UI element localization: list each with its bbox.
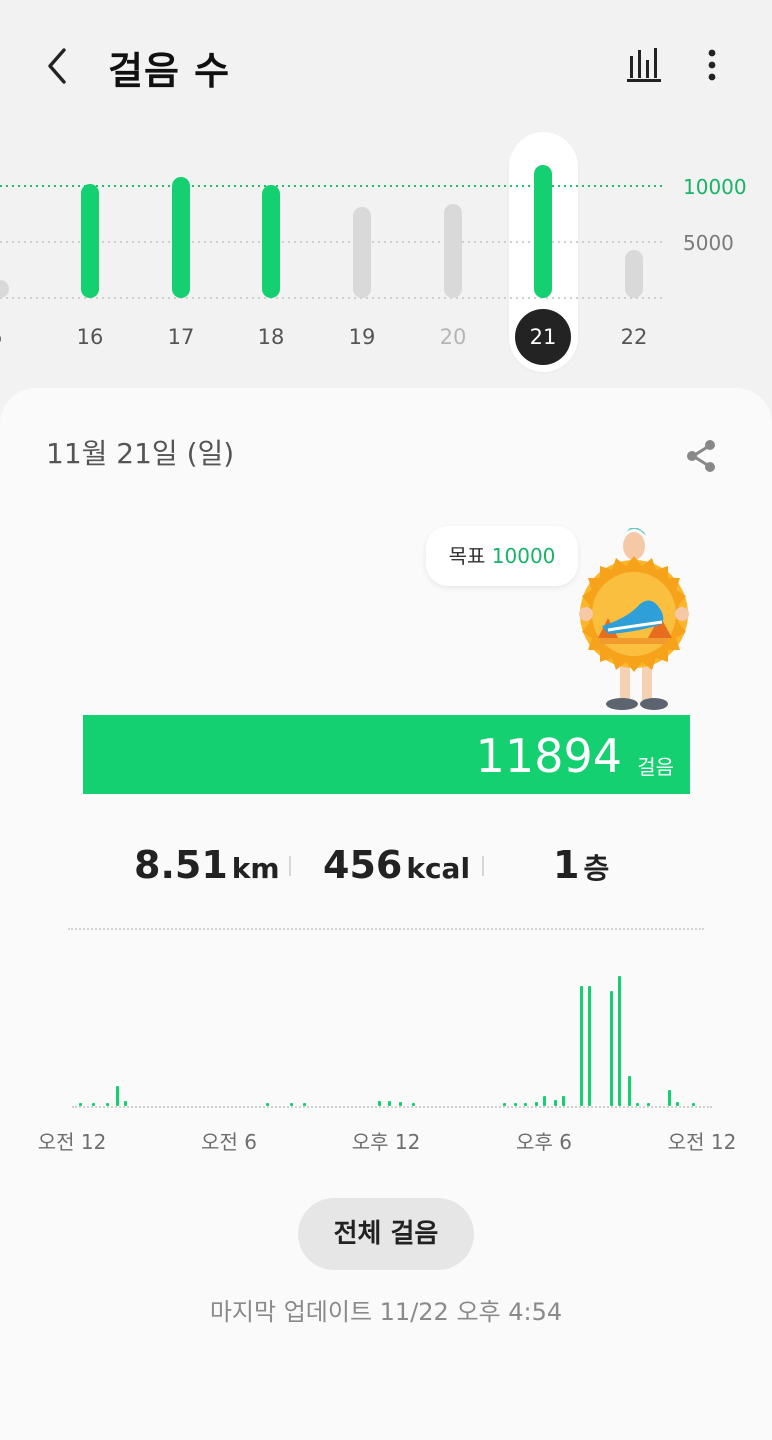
hourly-steps-bar — [543, 1096, 546, 1106]
hourly-steps-chart — [60, 968, 720, 1113]
hourly-steps-bar — [553, 1100, 557, 1106]
steps-count: 11894 — [475, 729, 622, 783]
hourly-steps-bar — [535, 1102, 538, 1106]
more-vertical-icon — [708, 49, 716, 81]
more-options-button[interactable] — [694, 42, 730, 88]
goal-line-label: 10000 — [683, 175, 747, 199]
day-label[interactable]: 19 — [332, 325, 392, 349]
hour-tick-label: 오전 12 — [37, 1130, 107, 1154]
page-title: 걸음 수 — [108, 49, 231, 93]
hourly-steps-bar — [289, 1103, 293, 1106]
goal-prefix: 목표 — [448, 544, 486, 568]
day-summary-card: 11월 21일 (일) 목표 10000 11894 걸음 8.51 km 45… — [0, 388, 772, 1440]
floors-value: 1 — [553, 843, 580, 887]
hourly-steps-bar — [79, 1103, 82, 1106]
day-label[interactable]: 22 — [604, 325, 664, 349]
goal-achieved-mascot-illustration — [579, 528, 689, 710]
floors-metric: 1층 — [553, 843, 609, 887]
weekly-steps-chart: 10000 5000 5 16 17 18 19 20 21 22 — [0, 120, 772, 380]
hourly-steps-bar — [628, 1076, 632, 1106]
hourly-steps-bar — [105, 1103, 109, 1106]
section-divider — [68, 928, 704, 930]
hour-chart-baseline — [72, 1106, 712, 1108]
goal-value: 10000 — [491, 544, 556, 568]
day-label[interactable]: 18 — [241, 325, 301, 349]
selected-date: 11월 21일 (일) — [46, 437, 235, 470]
last-update-text: 마지막 업데이트 11/22 오후 4:54 — [209, 1298, 563, 1326]
day-steps-bar[interactable] — [262, 184, 280, 298]
hourly-steps-bar — [609, 991, 613, 1106]
distance-unit: km — [231, 852, 280, 885]
hourly-steps-bar — [388, 1101, 392, 1106]
metric-divider — [482, 856, 484, 876]
hour-tick-label: 오후 12 — [351, 1130, 421, 1154]
day-label[interactable]: 20 — [423, 325, 483, 349]
trends-button[interactable] — [618, 42, 668, 88]
hourly-steps-bar — [647, 1103, 650, 1106]
distance-value: 8.51 — [134, 843, 228, 887]
day-steps-bar[interactable] — [444, 203, 462, 298]
bar-chart-icon — [627, 48, 661, 82]
hourly-steps-bar — [124, 1101, 128, 1106]
mid-line-label: 5000 — [683, 231, 734, 255]
hour-tick-label: 오후 6 — [516, 1130, 572, 1154]
back-button[interactable] — [34, 40, 84, 90]
hour-tick-label: 오전 12 — [667, 1130, 737, 1154]
app-header: 걸음 수 — [0, 0, 772, 130]
day-label[interactable]: 21 — [515, 309, 571, 365]
metric-divider — [289, 856, 291, 876]
share-icon — [687, 440, 715, 472]
day-label[interactable]: 5 — [0, 325, 26, 349]
goal-bubble-tail — [560, 564, 574, 584]
day-steps-bar[interactable] — [81, 183, 99, 298]
hourly-steps-bar — [580, 986, 584, 1106]
day-steps-bar[interactable] — [172, 177, 190, 298]
day-label[interactable]: 16 — [60, 325, 120, 349]
floors-unit: 층 — [583, 852, 610, 885]
hourly-steps-bar — [561, 1096, 565, 1106]
share-button[interactable] — [682, 436, 720, 476]
hourly-steps-bar — [513, 1103, 517, 1106]
hour-tick-label: 오전 6 — [201, 1130, 257, 1154]
calories-metric: 456 kcal — [323, 843, 470, 887]
hourly-steps-bar — [116, 1086, 120, 1106]
hourly-steps-bar — [377, 1101, 381, 1106]
distance-metric: 8.51 km — [134, 843, 280, 887]
day-steps-bar[interactable] — [353, 207, 371, 298]
hourly-steps-bar — [265, 1103, 269, 1106]
steps-unit: 걸음 — [637, 755, 674, 779]
hourly-steps-bar — [399, 1102, 402, 1106]
goal-bubble: 목표 10000 — [426, 526, 578, 586]
calories-value: 456 — [323, 843, 403, 887]
hourly-steps-bar — [588, 986, 592, 1106]
hourly-steps-bar — [617, 976, 621, 1106]
hourly-steps-bar — [503, 1103, 506, 1106]
hourly-steps-bar — [676, 1102, 680, 1106]
chevron-left-icon — [48, 48, 66, 84]
day-steps-bar[interactable] — [625, 249, 643, 298]
day-label[interactable]: 17 — [151, 325, 211, 349]
day-steps-bar[interactable] — [534, 164, 552, 298]
hourly-steps-bar — [303, 1103, 306, 1106]
hourly-steps-bar — [668, 1090, 672, 1106]
calories-unit: kcal — [406, 852, 471, 885]
daily-steps-progress-bar: 11894 걸음 — [83, 715, 690, 794]
total-steps-button[interactable]: 전체 걸음 — [298, 1198, 474, 1270]
